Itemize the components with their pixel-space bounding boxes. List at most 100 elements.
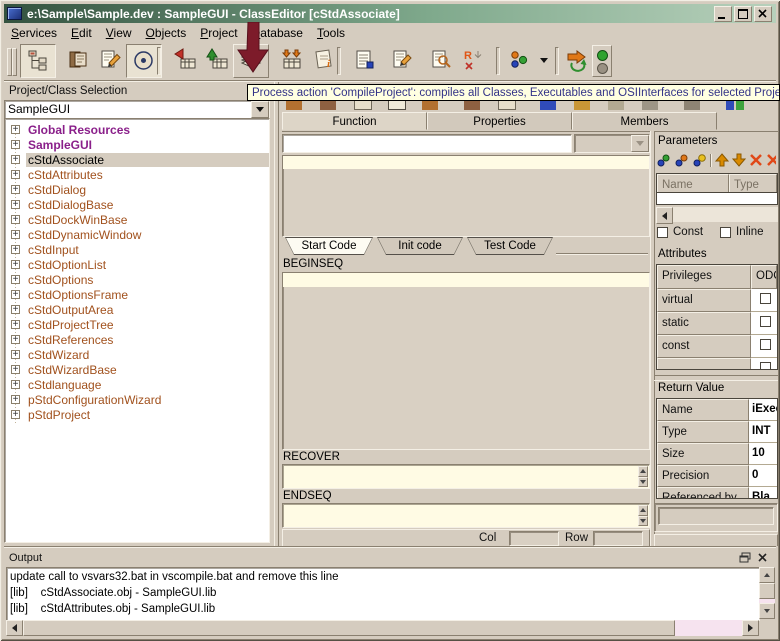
delete-all-parameters-icon[interactable]: [766, 153, 776, 167]
insert-parameter-icon[interactable]: [674, 153, 689, 168]
tree-item[interactable]: cStdOptionList: [5, 257, 269, 272]
code-tab-init[interactable]: Init code: [377, 237, 463, 255]
return-size-value[interactable]: 10: [749, 443, 777, 465]
scroll-down-icon[interactable]: [638, 477, 648, 488]
attributes-header-odc[interactable]: ODC: [751, 265, 777, 289]
inline-checkbox[interactable]: [720, 227, 731, 238]
endseq-code-field[interactable]: [282, 503, 650, 528]
scroll-down-icon[interactable]: [759, 603, 775, 619]
expand-icon[interactable]: [11, 410, 20, 419]
return-name-value[interactable]: iExec: [749, 399, 777, 421]
const-attr-checkbox[interactable]: [760, 339, 771, 350]
add-parameter-icon[interactable]: [656, 153, 671, 168]
compile-back-button[interactable]: [169, 44, 203, 76]
panel-splitter[interactable]: [274, 82, 279, 546]
tree-item[interactable]: cStdInput: [5, 242, 269, 257]
expand-icon[interactable]: [11, 140, 20, 149]
menu-item-objects[interactable]: Objects: [139, 26, 194, 40]
inline-option[interactable]: Inline: [720, 226, 764, 238]
scroll-up-icon[interactable]: [759, 567, 775, 583]
tree-item[interactable]: cStdReferences: [5, 332, 269, 347]
class-tree[interactable]: Global Resources SampleGUI cStdAssociate…: [4, 118, 270, 543]
tree-item[interactable]: cStdAttributes: [5, 167, 269, 182]
expand-icon[interactable]: [11, 200, 20, 209]
document-edit-button[interactable]: [385, 44, 419, 76]
expand-icon[interactable]: [11, 260, 20, 269]
app-icon[interactable]: [7, 7, 22, 20]
script-info-button[interactable]: i: [307, 44, 341, 76]
scroll-down-icon[interactable]: [638, 516, 648, 527]
rebuild-button[interactable]: [560, 44, 594, 76]
menu-item-tools[interactable]: Tools: [310, 26, 352, 40]
expand-icon[interactable]: [11, 215, 20, 224]
extra-field[interactable]: [658, 507, 774, 525]
output-header[interactable]: Output: [4, 549, 776, 566]
tree-item[interactable]: cStdlanguage: [5, 377, 269, 392]
output-hscrollbar[interactable]: [6, 620, 759, 636]
menu-item-services[interactable]: Services: [4, 26, 64, 40]
expand-icon[interactable]: [11, 350, 20, 359]
maximize-button[interactable]: [734, 6, 752, 22]
column-header-name[interactable]: Name: [657, 174, 729, 193]
expand-icon[interactable]: [11, 275, 20, 284]
minimize-button[interactable]: [714, 6, 732, 22]
tree-item[interactable]: cStdWizard: [5, 347, 269, 362]
titlebar[interactable]: e:\Sample\Sample.dev : SampleGUI - Class…: [4, 4, 776, 23]
tree-item[interactable]: cStdOutputArea: [5, 302, 269, 317]
function-name-input[interactable]: [282, 134, 572, 153]
run-options-button[interactable]: [505, 44, 535, 76]
function-filter-dropdown[interactable]: [631, 135, 649, 152]
scrollbar-track[interactable]: [673, 207, 778, 222]
tab-function[interactable]: Function: [282, 112, 427, 130]
field-scrollbar[interactable]: [638, 466, 648, 487]
replace-button[interactable]: R: [457, 44, 491, 76]
tab-members[interactable]: Members: [572, 112, 717, 130]
parameters-grid[interactable]: [656, 193, 778, 205]
scrollbar-thumb[interactable]: [23, 620, 675, 636]
expand-icon[interactable]: [11, 185, 20, 194]
attributes-header-privileges[interactable]: Privileges: [657, 265, 751, 289]
tree-item[interactable]: cStdProjectTree: [5, 317, 269, 332]
const-option[interactable]: Const: [657, 226, 703, 238]
tree-item-selected[interactable]: cStdAssociate: [5, 152, 269, 167]
close-panel-icon[interactable]: [757, 552, 768, 563]
scroll-left-icon[interactable]: [656, 207, 673, 224]
return-type-value[interactable]: INT: [749, 421, 777, 443]
output-vscrollbar[interactable]: [759, 567, 775, 619]
menu-item-edit[interactable]: Edit: [64, 26, 99, 40]
project-selector-dropdown[interactable]: [251, 101, 269, 118]
column-header-type[interactable]: Type: [729, 174, 777, 193]
tree-item[interactable]: pStdConfigurationWizard: [5, 392, 269, 407]
tree-item[interactable]: cStdDockWinBase: [5, 212, 269, 227]
float-panel-icon[interactable]: [739, 552, 751, 563]
tree-item[interactable]: cStdWizardBase: [5, 362, 269, 377]
scroll-up-icon[interactable]: [638, 466, 648, 477]
expand-icon[interactable]: [11, 155, 20, 164]
document-view-button[interactable]: [348, 44, 382, 76]
tree-item[interactable]: cStdDynamicWindow: [5, 227, 269, 242]
class-tree-button[interactable]: [20, 44, 56, 78]
expand-icon[interactable]: [11, 320, 20, 329]
expand-icon[interactable]: [11, 395, 20, 404]
edit-source-button[interactable]: [94, 44, 128, 76]
field-scrollbar[interactable]: [638, 505, 648, 526]
document-search-button[interactable]: [424, 44, 458, 76]
move-down-icon[interactable]: [732, 153, 746, 167]
move-up-icon[interactable]: [715, 153, 729, 167]
recover-code-field[interactable]: [282, 464, 650, 489]
scrollbar-thumb[interactable]: [759, 583, 775, 599]
return-precision-value[interactable]: 0: [749, 465, 777, 487]
scrollbar-track[interactable]: [675, 620, 742, 636]
code-tab-start[interactable]: Start Code: [285, 237, 373, 255]
expand-icon[interactable]: [11, 125, 20, 134]
tree-item[interactable]: cStdOptionsFrame: [5, 287, 269, 302]
static-checkbox[interactable]: [760, 316, 771, 327]
function-filter-combo[interactable]: [574, 134, 650, 153]
compile-class-button[interactable]: [201, 44, 235, 76]
tree-item[interactable]: SampleGUI: [5, 137, 269, 152]
copy-parameter-icon[interactable]: [692, 153, 707, 168]
output-log[interactable]: update call to vsvars32.bat in vscompile…: [6, 567, 760, 621]
project-selector[interactable]: SampleGUI: [4, 100, 270, 119]
tree-item[interactable]: Global Resources: [5, 122, 269, 137]
function-summary-box[interactable]: [282, 155, 650, 237]
